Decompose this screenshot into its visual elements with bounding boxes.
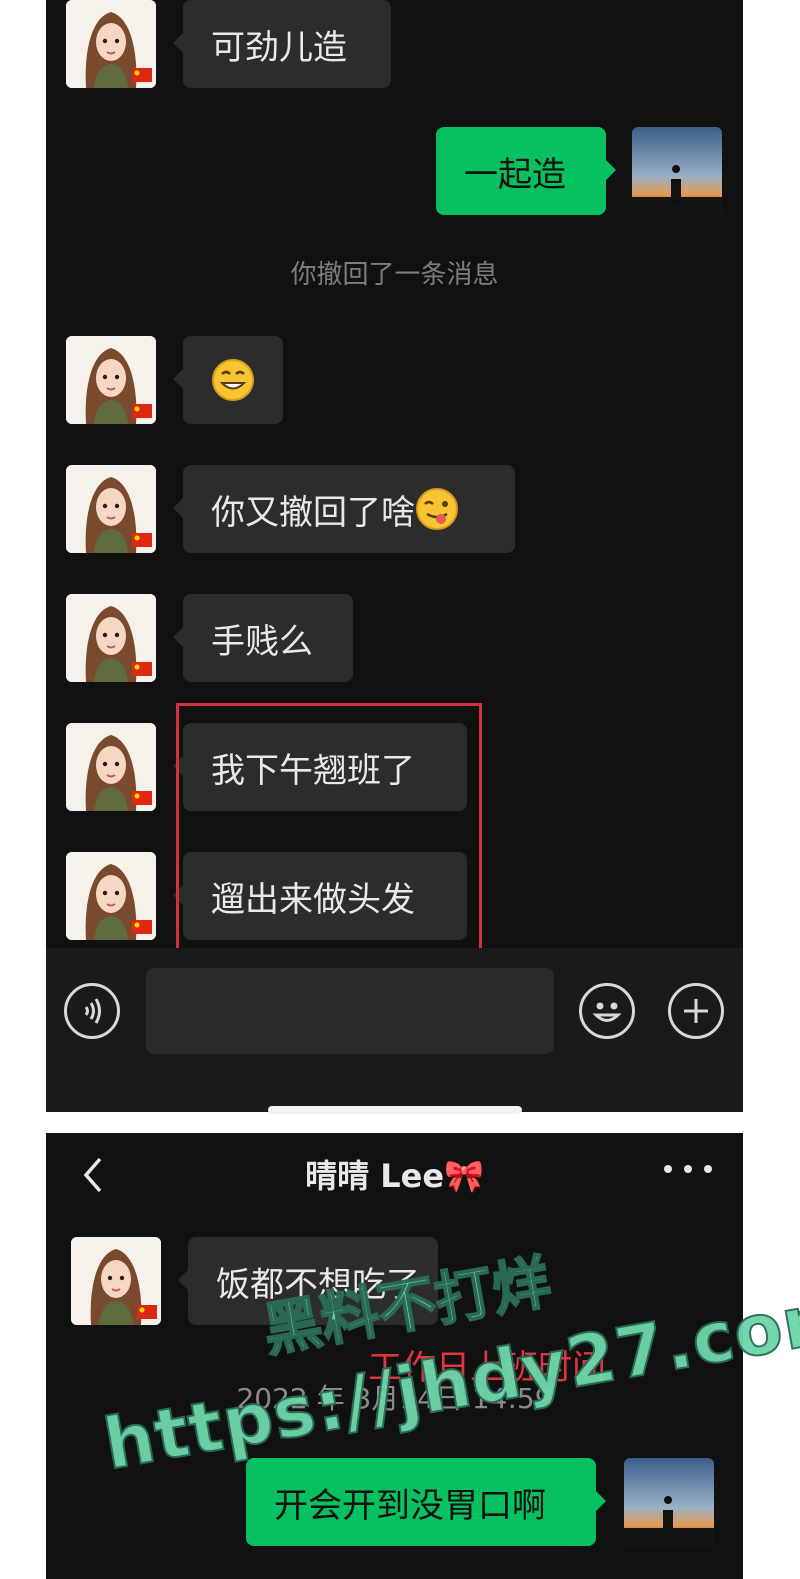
message-bubble-outgoing[interactable]: 开会开到没胃口啊 (246, 1458, 606, 1546)
self-avatar[interactable] (624, 1458, 714, 1548)
contact-avatar[interactable] (66, 723, 156, 811)
winking-tongue-emoji (415, 487, 459, 531)
message-text: 手贱么 (211, 621, 313, 662)
message-text: 开会开到没胃口啊 (274, 1485, 546, 1526)
contact-avatar[interactable] (66, 336, 156, 424)
recall-notice: 你撤回了一条消息 (290, 260, 499, 290)
message-input[interactable] (146, 968, 554, 1054)
home-indicator (268, 1106, 522, 1114)
message-text: 一起造 (464, 154, 566, 195)
contact-avatar[interactable] (66, 594, 156, 682)
message-bubble-incoming[interactable]: 遛出来做头发 (173, 852, 467, 940)
contact-avatar[interactable] (66, 0, 156, 88)
chat-input-bar (46, 948, 743, 1112)
plus-icon[interactable] (668, 983, 724, 1039)
contact-avatar[interactable] (66, 852, 156, 940)
more-dots-icon[interactable] (658, 1155, 718, 1183)
chat-title: 晴晴 Lee🎀 (305, 1157, 484, 1195)
message-bubble-incoming[interactable]: 我下午翘班了 (173, 723, 467, 811)
contact-avatar[interactable] (71, 1237, 161, 1325)
message-text: 可劲儿造 (211, 27, 347, 68)
message-bubble-incoming[interactable]: 手贱么 (173, 594, 353, 682)
message-bubble-incoming[interactable]: 你又撤回了啥 (173, 465, 515, 553)
message-bubble-incoming[interactable] (173, 336, 283, 424)
smiley-face-icon[interactable] (579, 983, 635, 1039)
message-bubble-outgoing[interactable]: 一起造 (436, 127, 616, 215)
chat-screenshot-top: 可劲儿造 一起造 你撤回了一条消息 你又撤回了啥 手贱么 我下午翘班了 遛出来做… (46, 0, 743, 1112)
voice-icon[interactable] (64, 983, 120, 1039)
message-text: 我下午翘班了 (211, 750, 415, 791)
message-text: 你又撤回了啥 (211, 492, 415, 533)
contact-avatar[interactable] (66, 465, 156, 553)
message-text: 遛出来做头发 (211, 879, 415, 920)
message-bubble-incoming[interactable]: 可劲儿造 (173, 0, 391, 88)
self-avatar[interactable] (632, 127, 722, 217)
grinning-face-emoji (211, 358, 255, 402)
